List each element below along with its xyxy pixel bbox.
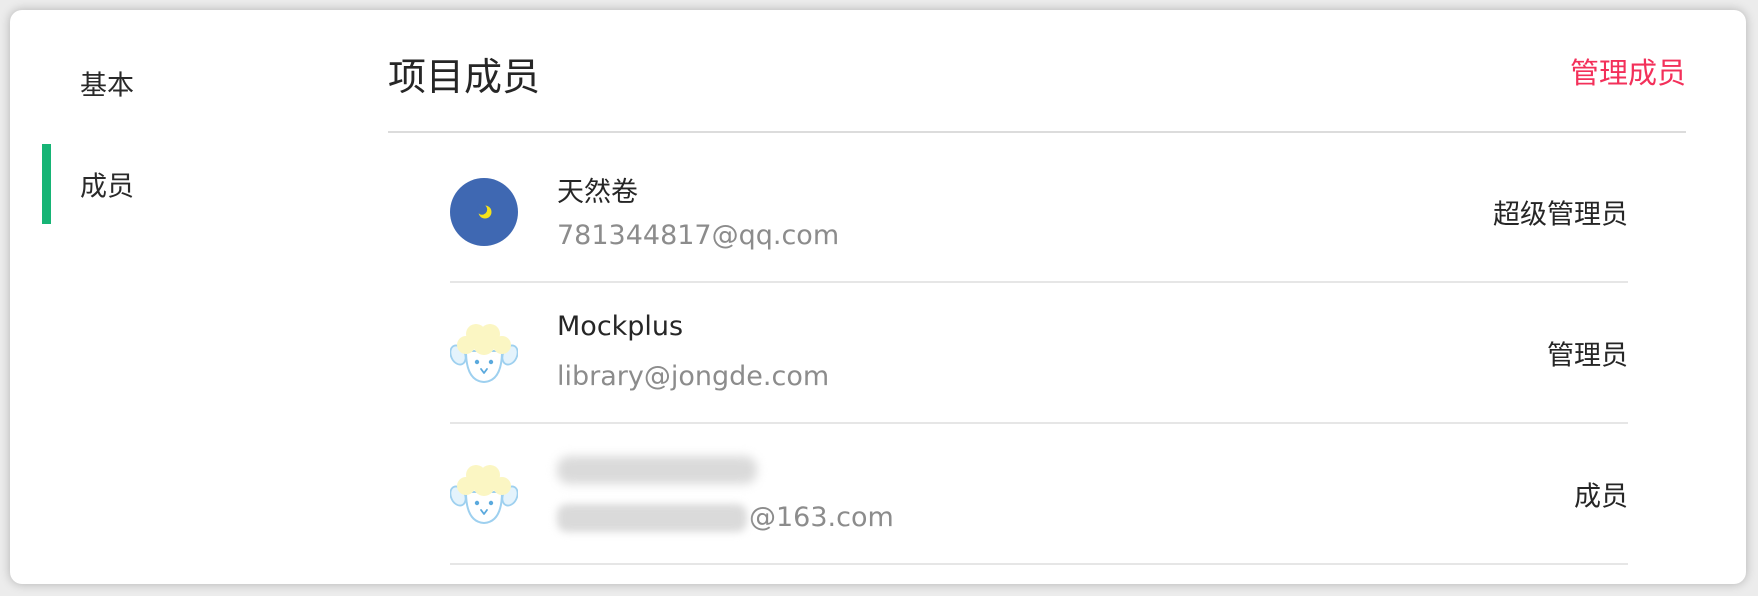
member-name-redacted (557, 456, 757, 484)
active-indicator (42, 144, 51, 224)
sidebar-item-label: 基本 (80, 70, 134, 102)
sidebar-item-members[interactable]: 成员 (42, 144, 242, 224)
member-role: 超级管理员 (1493, 199, 1628, 230)
sheep-avatar-icon (450, 319, 518, 387)
member-row[interactable]: 天然卷 781344817@qq.com 超级管理员 (450, 142, 1628, 283)
member-name: 天然卷 (557, 177, 638, 208)
sidebar-item-label: 成员 (80, 171, 134, 203)
member-row[interactable]: Mockplus library@jongde.com 管理员 (450, 283, 1628, 424)
member-email-suffix: @163.com (749, 502, 894, 533)
member-role: 成员 (1574, 481, 1628, 512)
member-email: 781344817@qq.com (557, 220, 840, 251)
member-email: @163.com (557, 502, 894, 536)
member-row[interactable]: @163.com 成员 (450, 424, 1628, 565)
member-name: Mockplus (557, 311, 684, 342)
member-email: library@jongde.com (557, 361, 830, 392)
sheep-avatar-icon (450, 460, 518, 528)
member-list: 天然卷 781344817@qq.com 超级管理员 Mockplus libr… (450, 142, 1628, 565)
member-role: 管理员 (1547, 340, 1628, 371)
sidebar-item-basic[interactable]: 基本 (42, 43, 242, 123)
member-email-redacted (557, 503, 747, 532)
divider (388, 131, 1686, 133)
manage-members-link[interactable]: 管理成员 (1570, 50, 1686, 92)
page-title: 项目成员 (388, 55, 541, 99)
settings-panel: 基本 成员 项目成员 管理成员 天然卷 781344817@qq.com 超级管… (10, 10, 1746, 584)
moon-avatar-icon (450, 178, 518, 246)
